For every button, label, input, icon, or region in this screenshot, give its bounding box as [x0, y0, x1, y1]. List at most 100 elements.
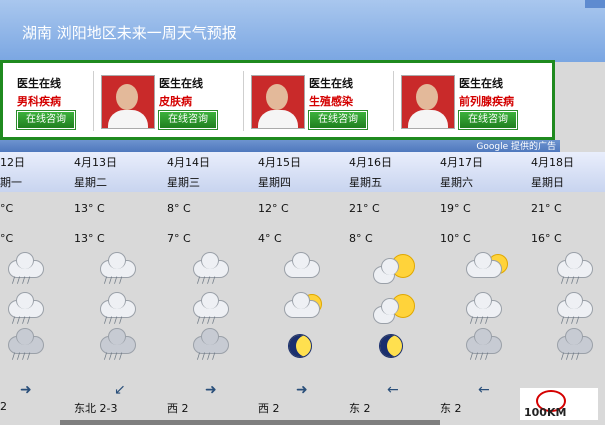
- sunny-cloudy-icon: [373, 294, 415, 324]
- page-title: 湖南 浏阳地区未来一周天气预报: [22, 24, 237, 42]
- ad-title: 医生在线: [459, 77, 503, 90]
- site-logo[interactable]: 100KM: [520, 388, 598, 420]
- wind-direction: 东: [349, 402, 360, 415]
- temp-low: 10° C: [440, 232, 471, 245]
- wind-arrow-icon: ➜: [296, 382, 308, 398]
- title-bar: 湖南 浏阳地区未来一周天气预报: [0, 0, 605, 62]
- divider: [243, 71, 244, 131]
- rain-icon: ////: [555, 328, 595, 362]
- temp-high: °C: [0, 202, 14, 215]
- rain-icon: ////: [98, 292, 138, 326]
- wind-info: 东 2: [440, 400, 462, 416]
- ad-unit-3[interactable]: 医生在线 生殖感染 在线咨询: [243, 71, 396, 131]
- wind-direction: 西: [167, 402, 178, 415]
- wind-arrow-icon: ←: [478, 382, 490, 398]
- consult-button[interactable]: 在线咨询: [159, 111, 217, 129]
- forecast-day-2: 4月13日 星期二 13° C 13° C //// //// //// ↙ 东…: [74, 152, 154, 425]
- ad-title: 医生在线: [159, 77, 203, 90]
- date-label: 4月16日: [349, 156, 392, 169]
- date-label: 4月18日: [531, 156, 574, 169]
- date-label: 12日: [0, 156, 25, 169]
- consult-button[interactable]: 在线咨询: [309, 111, 367, 129]
- wind-arrow-icon: ➜: [20, 382, 32, 398]
- ad-title: 医生在线: [309, 77, 353, 90]
- forecast-day-5: 4月16日 星期五 21° C 8° C ← 东 2: [349, 152, 429, 425]
- rain-icon: ////: [98, 252, 138, 286]
- wind-level: 2: [0, 400, 7, 413]
- forecast-day-3: 4月14日 星期三 8° C 7° C //// //// //// ➜ 西 2: [167, 152, 247, 425]
- date-label: 4月15日: [258, 156, 301, 169]
- wind-arrow-icon: ←: [387, 382, 399, 398]
- doctor-photo: [401, 75, 455, 129]
- wind-info: 东 2: [349, 400, 371, 416]
- weekday-label: 星期三: [167, 176, 200, 189]
- forecast-day-1: 12日 期一 °C °C //// //// //// ➜ 2: [0, 152, 80, 425]
- temp-low: 13° C: [74, 232, 105, 245]
- rain-icon: ////: [464, 292, 504, 326]
- weekday-label: 星期六: [440, 176, 473, 189]
- temp-high: 21° C: [349, 202, 380, 215]
- temp-low: 4° C: [258, 232, 282, 245]
- footer-fade: [60, 420, 440, 425]
- doctor-photo: [251, 75, 305, 129]
- weekday-label: 星期二: [74, 176, 107, 189]
- rain-icon: ////: [555, 292, 595, 326]
- ad-subtitle: 皮肤病: [159, 95, 192, 108]
- consult-button[interactable]: 在线咨询: [459, 111, 517, 129]
- wind-level: 2: [181, 402, 189, 415]
- consult-button[interactable]: 在线咨询: [17, 111, 75, 129]
- wind-direction: 东北: [74, 402, 96, 415]
- moon-cloudy-icon: [282, 330, 322, 360]
- rain-icon: ////: [191, 328, 231, 362]
- ad-unit-2[interactable]: 医生在线 皮肤病 在线咨询: [93, 71, 246, 131]
- wind-arrow-icon: ➜: [205, 382, 217, 398]
- ad-title: 医生在线: [17, 77, 61, 90]
- temp-high: 8° C: [167, 202, 191, 215]
- ad-banner[interactable]: 医生在线 男科疾病 在线咨询 医生在线 皮肤病 在线咨询 医生在线 生殖感染 在…: [0, 60, 555, 140]
- wind-level: 2: [454, 402, 462, 415]
- rain-icon: ////: [555, 252, 595, 286]
- wind-level: 2: [272, 402, 280, 415]
- wind-arrow-icon: ↙: [114, 382, 126, 398]
- temp-low: 7° C: [167, 232, 191, 245]
- ad-unit-1[interactable]: 医生在线 男科疾病 在线咨询: [9, 71, 95, 131]
- ad-subtitle: 生殖感染: [309, 95, 353, 108]
- date-label: 4月14日: [167, 156, 210, 169]
- weekday-label: 星期五: [349, 176, 382, 189]
- ad-subtitle: 男科疾病: [17, 95, 61, 108]
- wind-direction: 西: [258, 402, 269, 415]
- rain-icon: ////: [6, 328, 46, 362]
- temp-low: 16° C: [531, 232, 562, 245]
- cloudy-icon: [282, 252, 322, 284]
- ad-subtitle: 前列腺疾病: [459, 95, 514, 108]
- partly-cloudy-icon: [282, 292, 322, 324]
- wind-level: 2-3: [99, 402, 118, 415]
- wind-level: 2: [363, 402, 371, 415]
- temp-high: 21° C: [531, 202, 562, 215]
- logo-text: 100KM: [524, 406, 567, 419]
- temp-high: 19° C: [440, 202, 471, 215]
- wind-info: 西 2: [167, 400, 189, 416]
- sunny-cloudy-icon: [373, 254, 415, 284]
- doctor-photo: [101, 75, 155, 129]
- date-label: 4月13日: [74, 156, 117, 169]
- temp-low: 8° C: [349, 232, 373, 245]
- wind-info: 西 2: [258, 400, 280, 416]
- ad-source-strip: Google 提供的广告: [0, 140, 560, 152]
- rain-icon: ////: [98, 328, 138, 362]
- temp-high: 12° C: [258, 202, 289, 215]
- weekday-label: 星期四: [258, 176, 291, 189]
- divider: [93, 71, 94, 131]
- corner-decoration: [585, 0, 605, 8]
- forecast-day-7: 4月18日 星期日 21° C 16° C //// //// ////: [531, 152, 605, 425]
- weekday-label: 星期日: [531, 176, 564, 189]
- ad-unit-4[interactable]: 医生在线 前列腺疾病 在线咨询: [393, 71, 551, 131]
- temp-low: °C: [0, 232, 14, 245]
- wind-direction: 东: [440, 402, 451, 415]
- ad-source-label[interactable]: Google 提供的广告: [476, 139, 556, 152]
- wind-info: 东北 2-3: [74, 400, 117, 416]
- forecast-day-6: 4月17日 星期六 19° C 10° C //// //// ← 东 2: [440, 152, 520, 425]
- rain-icon: ////: [464, 328, 504, 362]
- rain-icon: ////: [191, 292, 231, 326]
- divider: [393, 71, 394, 131]
